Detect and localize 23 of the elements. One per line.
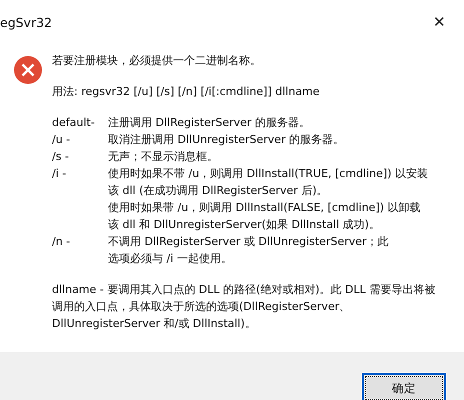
option-description: 取消注册调用 DllUnregisterServer 的服务器。 [108,132,346,148]
option-description: 使用时如果带 /u，则调用 DllInstall(FALSE, [cmdline]) 以卸载 [108,200,422,216]
usage-text: 用法: regsvr32 [/u] [/s] [/n] [/i[:cmdline]] dllname [52,84,321,100]
option-description: 该 dll (在成功调用 DllRegisterServer 后)。 [108,183,329,199]
option-description: 注册调用 DllRegisterServer 的服务器。 [108,115,311,131]
option-description: 不调用 DllRegisterServer 或 DllUnregisterServer；此 [108,234,390,250]
option-description: 该 dll 和 DllUnregisterServer(如果 DllInstall 成功)。 [108,217,381,233]
option-key: /s - [52,148,108,165]
option-key: default- [52,114,108,131]
close-button[interactable]: ✕ [429,11,450,33]
option-description: 使用时如果不带 /u，则调用 DllInstall(TRUE, [cmdline]) 以安装 [108,166,429,182]
option-description: 选项必须与 /i 一起使用。 [108,251,233,267]
option-description: 无声；不显示消息框。 [108,149,219,165]
note-text: dllname - 要调用其入口点的 DLL 的路径(绝对或相对)。此 DLL 需要导出将被 [52,282,436,298]
error-icon [14,56,42,84]
window-title: egSvr32 [0,14,52,30]
option-key: /n - [52,233,108,267]
note-text: DllUnregisterServer 和/或 DllInstall)。 [52,316,257,332]
option-key: /i - [52,165,108,233]
option-key: /u - [52,131,108,148]
note-text: 调用的入口点，具体取决于所选的选项(DllRegisterServer、 [52,299,352,315]
message-heading: 若要注册模块，必须提供一个二进制名称。 [52,53,262,69]
ok-button[interactable]: 确定 [362,373,446,400]
